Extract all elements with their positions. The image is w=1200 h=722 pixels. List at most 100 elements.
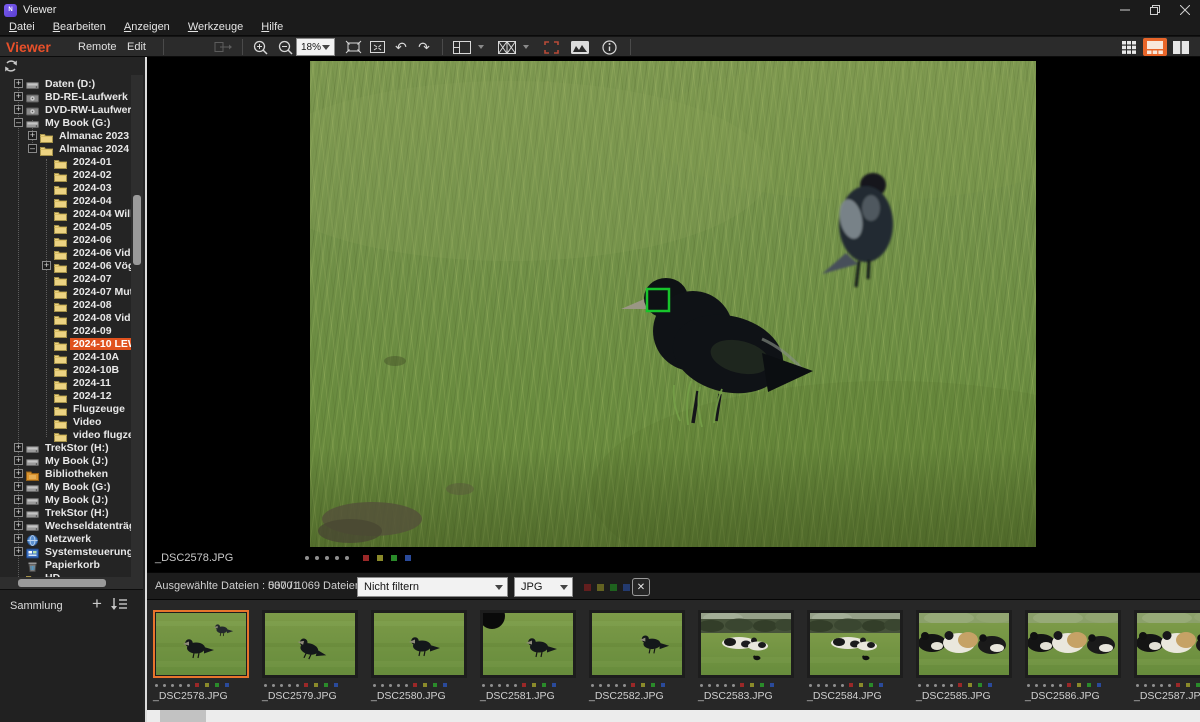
minimize-button[interactable] bbox=[1110, 0, 1140, 20]
filmstrip-thumbnail[interactable]: _DSC2587.JPG bbox=[1134, 610, 1200, 710]
tree-item-systemsteuerung[interactable]: +Systemsteuerung bbox=[0, 545, 131, 558]
tab-remote[interactable]: Remote bbox=[78, 37, 117, 57]
tree-item-2024-02[interactable]: +2024-02 bbox=[0, 168, 131, 181]
photo-main[interactable] bbox=[310, 61, 1036, 547]
close-button[interactable] bbox=[1170, 0, 1200, 20]
tree-item-trekstor-h-[interactable]: +TrekStor (H:) bbox=[0, 441, 131, 454]
zoom-in-icon[interactable] bbox=[250, 38, 270, 56]
tree-item-2024-06[interactable]: +2024-06 bbox=[0, 233, 131, 246]
tree-item-papierkorb[interactable]: +Papierkorb bbox=[0, 558, 131, 571]
multi-view-icon[interactable] bbox=[497, 38, 517, 56]
filter-select[interactable]: Nicht filtern bbox=[357, 577, 508, 597]
clear-filter-button[interactable]: ✕ bbox=[632, 578, 650, 596]
actual-size-icon[interactable] bbox=[367, 38, 387, 56]
tree-item-2024-05[interactable]: +2024-05 bbox=[0, 220, 131, 233]
tree-expander[interactable]: – bbox=[28, 144, 37, 153]
export-icon[interactable] bbox=[213, 38, 233, 56]
tree-expander[interactable]: + bbox=[14, 79, 23, 88]
tree-item-almanac-2023[interactable]: +Almanac 2023 bbox=[0, 129, 131, 142]
filmstrip-thumbnail[interactable]: _DSC2586.JPG bbox=[1025, 610, 1121, 710]
label-color-filter[interactable] bbox=[610, 584, 617, 591]
tree-vertical-scrollbar-thumb[interactable] bbox=[133, 195, 141, 265]
tab-edit[interactable]: Edit bbox=[127, 37, 146, 57]
zoom-out-icon[interactable] bbox=[275, 38, 295, 56]
label-color-chip[interactable] bbox=[391, 555, 397, 561]
tree-item-video-flugzeug[interactable]: +video flugzeug bbox=[0, 428, 131, 441]
menu-werkzeuge[interactable]: Werkzeuge bbox=[179, 20, 252, 36]
rating-bar[interactable] bbox=[305, 555, 419, 561]
tree-item-2024-10b[interactable]: +2024-10B bbox=[0, 363, 131, 376]
label-color-chip[interactable] bbox=[363, 555, 369, 561]
chevron-down-icon[interactable] bbox=[523, 45, 529, 49]
tree-item-flugzeuge[interactable]: +Flugzeuge bbox=[0, 402, 131, 415]
tree-item-2024-06-video[interactable]: +2024-06 Video bbox=[0, 246, 131, 259]
filmstrip-thumbnail[interactable]: _DSC2584.JPG bbox=[807, 610, 903, 710]
rating-star[interactable] bbox=[335, 556, 339, 560]
label-color-filter[interactable] bbox=[623, 584, 630, 591]
tree-item-2024-01[interactable]: +2024-01 bbox=[0, 155, 131, 168]
tree-expander[interactable]: + bbox=[14, 92, 23, 101]
tree-item-trekstor-h-[interactable]: +TrekStor (H:) bbox=[0, 506, 131, 519]
add-collection-button[interactable]: + bbox=[88, 593, 106, 615]
tree-expander[interactable]: + bbox=[14, 443, 23, 452]
tree-expander[interactable]: + bbox=[14, 534, 23, 543]
tree-item-2024-10-lew[interactable]: +2024-10 LEW bbox=[0, 337, 131, 350]
tree-horizontal-scrollbar-thumb[interactable] bbox=[18, 579, 106, 587]
label-color-filter[interactable] bbox=[584, 584, 591, 591]
tree-item-bd-re-laufwerk-e-[interactable]: +BD-RE-Laufwerk (E:) bbox=[0, 90, 131, 103]
menu-hilfe[interactable]: Hilfe bbox=[252, 20, 292, 36]
tree-item-2024-06-vögel[interactable]: +2024-06 Vögel bbox=[0, 259, 131, 272]
tree-item-video[interactable]: +Video bbox=[0, 415, 131, 428]
filmstrip-scrollbar[interactable] bbox=[147, 710, 1200, 722]
filmstrip-thumbnail[interactable]: _DSC2582.JPG bbox=[589, 610, 685, 710]
label-color-filters[interactable] bbox=[584, 584, 636, 591]
compare-view-icon[interactable] bbox=[452, 38, 472, 56]
tree-item-dvd-rw-laufwerk-f-[interactable]: +DVD-RW-Laufwerk (F: bbox=[0, 103, 131, 116]
tree-vertical-scrollbar[interactable] bbox=[131, 75, 143, 577]
restore-button[interactable] bbox=[1140, 0, 1170, 20]
tree-item-2024-09[interactable]: +2024-09 bbox=[0, 324, 131, 337]
menu-bearbeiten[interactable]: Bearbeiten bbox=[44, 20, 115, 36]
image-filmstrip-view-button[interactable] bbox=[1143, 38, 1167, 56]
histogram-icon[interactable] bbox=[570, 38, 590, 56]
sort-icon[interactable] bbox=[110, 597, 128, 616]
tree-expander[interactable]: + bbox=[14, 456, 23, 465]
image-canvas[interactable]: _DSC2578.JPG bbox=[147, 57, 1200, 572]
filmstrip-thumbnail[interactable]: _DSC2583.JPG bbox=[698, 610, 794, 710]
tree-item-wechseldatenträger-l-[interactable]: +Wechseldatenträger (L:) bbox=[0, 519, 131, 532]
filmstrip-thumbnail[interactable]: _DSC2580.JPG bbox=[371, 610, 467, 710]
tree-item-almanac-2024[interactable]: –Almanac 2024 bbox=[0, 142, 131, 155]
tree-item-2024-04-willi[interactable]: +2024-04 Willi bbox=[0, 207, 131, 220]
tree-expander[interactable]: + bbox=[28, 131, 37, 140]
tree-item-my-book-j-[interactable]: +My Book (J:) bbox=[0, 493, 131, 506]
tree-item-2024-08-video[interactable]: +2024-08 Video bbox=[0, 311, 131, 324]
tree-item-2024-10a[interactable]: +2024-10A bbox=[0, 350, 131, 363]
tree-expander[interactable]: + bbox=[14, 521, 23, 530]
tree-item-daten-d-[interactable]: +Daten (D:) bbox=[0, 77, 131, 90]
grid-view-button[interactable] bbox=[1117, 38, 1141, 56]
focus-point-icon[interactable] bbox=[541, 38, 561, 56]
tree-item-2024-11[interactable]: +2024-11 bbox=[0, 376, 131, 389]
rotate-left-icon[interactable]: ↶ bbox=[391, 38, 411, 56]
tree-expander[interactable]: + bbox=[14, 469, 23, 478]
tree-horizontal-scrollbar[interactable] bbox=[0, 577, 143, 589]
filmstrip-scrollbar-thumb[interactable] bbox=[160, 710, 206, 722]
filmstrip-thumbnail[interactable]: _DSC2579.JPG bbox=[262, 610, 358, 710]
tree-item-my-book-j-[interactable]: +My Book (J:) bbox=[0, 454, 131, 467]
chevron-down-icon[interactable] bbox=[478, 45, 484, 49]
filmstrip-thumbnail[interactable]: _DSC2578.JPG bbox=[153, 610, 249, 710]
tree-expander[interactable]: – bbox=[14, 118, 23, 127]
filmstrip-thumbnail[interactable]: _DSC2581.JPG bbox=[480, 610, 576, 710]
two-pane-view-button[interactable] bbox=[1169, 38, 1193, 56]
info-icon[interactable] bbox=[599, 38, 619, 56]
tree-item-netzwerk[interactable]: +Netzwerk bbox=[0, 532, 131, 545]
format-select[interactable]: JPG bbox=[514, 577, 573, 597]
tree-item-2024-04[interactable]: +2024-04 bbox=[0, 194, 131, 207]
tree-expander[interactable]: + bbox=[14, 495, 23, 504]
rating-star[interactable] bbox=[345, 556, 349, 560]
filmstrip-thumbnail[interactable]: _DSC2585.JPG bbox=[916, 610, 1012, 710]
label-color-filter[interactable] bbox=[597, 584, 604, 591]
tree-item-2024-07[interactable]: +2024-07 bbox=[0, 272, 131, 285]
rating-star[interactable] bbox=[305, 556, 309, 560]
tree-expander[interactable]: + bbox=[14, 482, 23, 491]
